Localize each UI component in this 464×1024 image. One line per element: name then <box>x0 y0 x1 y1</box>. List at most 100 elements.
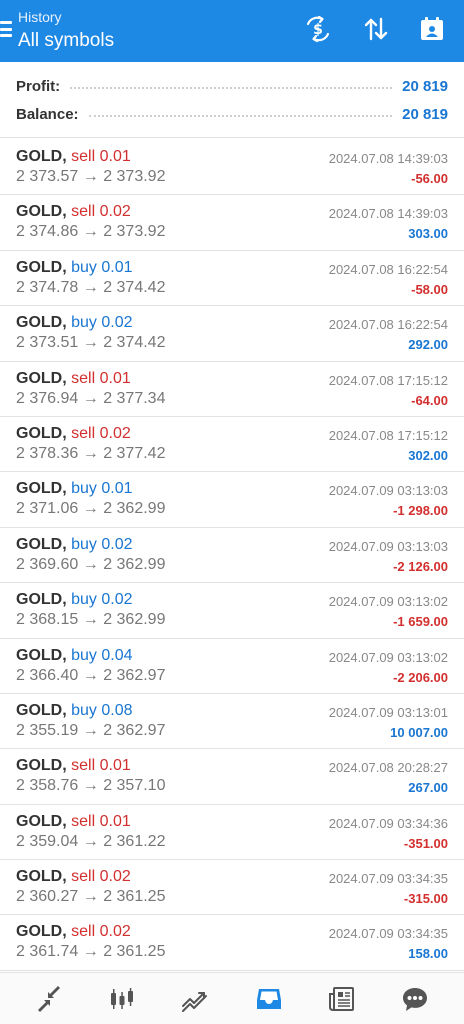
nav-messages[interactable] <box>395 979 435 1019</box>
nav-quotes[interactable] <box>29 979 69 1019</box>
svg-text:$: $ <box>313 22 323 38</box>
dotted-leader <box>88 115 393 117</box>
deal-row[interactable]: GOLD, sell 0.01 2 373.57 → 2 373.92 2024.0… <box>0 140 464 196</box>
deal-symbol: GOLD, <box>16 646 67 664</box>
deal-title: GOLD, buy 0.02 <box>16 536 133 554</box>
arrow-right-icon: → <box>82 389 99 407</box>
deal-side: buy <box>71 314 97 332</box>
deal-title: GOLD, sell 0.01 <box>16 370 131 388</box>
deal-row[interactable]: GOLD, buy 0.01 2 374.78 → 2 374.42 2024.07… <box>0 251 464 307</box>
deal-side: buy <box>71 591 97 609</box>
nav-chart[interactable] <box>102 979 142 1019</box>
deal-side: sell <box>71 424 96 442</box>
deal-row[interactable]: GOLD, buy 0.02 2 369.60 → 2 362.99 2024.07… <box>0 528 464 584</box>
open-price: 2 368.15 <box>16 611 79 629</box>
close-price: 2 361.22 <box>103 832 166 850</box>
deal-symbol: GOLD, <box>16 369 67 387</box>
deal-volume: 0.01 <box>99 148 131 165</box>
deal-profit: 302.00 <box>408 447 448 463</box>
deal-symbol: GOLD, <box>16 258 67 276</box>
deal-profit: -64.00 <box>411 392 448 408</box>
deal-prices: 2 366.40 → 2 362.97 <box>16 667 165 685</box>
close-price: 2 374.42 <box>103 278 166 296</box>
menu-icon[interactable] <box>0 20 12 38</box>
history-icon <box>256 988 281 1009</box>
deal-title: GOLD, sell 0.02 <box>16 868 131 886</box>
profit-row: Profit: 20 819 <box>16 75 448 97</box>
deal-symbol: GOLD, <box>16 314 67 332</box>
arrow-right-icon: → <box>82 721 99 739</box>
close-price: 2 357.10 <box>103 777 166 795</box>
header-title[interactable]: All symbols <box>18 30 114 52</box>
open-price: 2 374.86 <box>16 223 79 241</box>
deal-prices: 2 369.60 → 2 362.99 <box>16 556 165 574</box>
deal-row[interactable]: GOLD, sell 0.02 2 374.86 → 2 373.92 2024.0… <box>0 195 464 251</box>
deal-row[interactable]: GOLD, sell 0.01 2 358.76 → 2 357.10 2024.0… <box>0 749 464 805</box>
deal-row[interactable]: GOLD, buy 0.01 2 371.06 → 2 362.99 2024.07… <box>0 472 464 528</box>
arrow-right-icon: → <box>82 888 99 906</box>
deal-profit: 158.00 <box>408 946 448 962</box>
deal-title: GOLD, sell 0.01 <box>16 757 131 775</box>
deal-profit: 292.00 <box>408 337 448 353</box>
deal-profit: -1 659.00 <box>393 614 448 630</box>
deal-row[interactable]: GOLD, sell 0.02 2 361.74 → 2 361.25 2024.0… <box>0 915 464 971</box>
profit-label: Profit: <box>16 77 61 95</box>
open-price: 2 359.04 <box>16 832 79 850</box>
deal-row[interactable]: GOLD, sell 0.01 2 376.94 → 2 377.34 2024.0… <box>0 362 464 417</box>
nav-news[interactable] <box>322 979 362 1019</box>
calendar-icon[interactable] <box>416 13 448 45</box>
deal-symbol: GOLD, <box>16 535 67 553</box>
close-price: 2 373.92 <box>103 223 166 241</box>
deal-symbol: GOLD, <box>16 148 67 165</box>
deal-side: sell <box>71 203 96 221</box>
deal-row[interactable]: GOLD, buy 0.02 2 368.15 → 2 362.99 2024.07… <box>0 583 464 639</box>
deal-profit: 303.00 <box>408 226 448 242</box>
deal-prices: 2 373.57 → 2 373.92 <box>16 168 165 186</box>
nav-history[interactable] <box>249 979 289 1019</box>
open-price: 2 366.40 <box>16 666 79 684</box>
deal-profit: -56.00 <box>411 171 448 186</box>
deal-prices: 2 355.19 → 2 362.97 <box>16 722 165 740</box>
deal-volume: 0.02 <box>99 203 131 221</box>
deal-volume: 0.02 <box>99 424 131 442</box>
deal-row[interactable]: GOLD, buy 0.08 2 355.19 → 2 362.97 2024.07… <box>0 694 464 750</box>
deal-time: 2024.07.09 03:13:01 <box>328 704 448 720</box>
deal-title: GOLD, buy 0.01 <box>16 480 133 498</box>
deal-prices: 2 374.86 → 2 373.92 <box>16 223 165 241</box>
deal-prices: 2 359.04 → 2 361.22 <box>16 833 165 851</box>
deal-side: sell <box>71 148 96 165</box>
quotes-icon <box>37 985 60 1012</box>
deal-prices: 2 373.51 → 2 374.42 <box>16 334 165 352</box>
deal-prices: 2 360.27 → 2 361.25 <box>16 888 165 906</box>
balance-row: Balance: 20 819 <box>16 103 448 125</box>
sort-icon[interactable] <box>360 13 392 45</box>
close-price: 2 362.99 <box>103 611 166 629</box>
deal-profit: -351.00 <box>403 835 448 851</box>
deal-time: 2024.07.09 03:13:03 <box>328 538 448 554</box>
app-header: History All symbols $ <box>0 0 464 62</box>
arrow-right-icon: → <box>82 943 99 961</box>
arrow-right-icon: → <box>82 555 99 573</box>
deal-time: 2024.07.08 20:28:27 <box>328 760 448 776</box>
deal-symbol: GOLD, <box>16 923 67 941</box>
deal-row[interactable]: GOLD, buy 0.04 2 366.40 → 2 362.97 2024.07… <box>0 639 464 694</box>
deal-symbol: GOLD, <box>16 480 67 498</box>
currency-exchange-icon[interactable]: $ <box>302 13 334 45</box>
deal-side: buy <box>71 480 97 498</box>
close-price: 2 362.99 <box>103 555 166 573</box>
deal-row[interactable]: GOLD, sell 0.01 2 359.04 → 2 361.22 2024.0… <box>0 805 464 861</box>
deal-row[interactable]: GOLD, buy 0.02 2 373.51 → 2 374.42 2024.07… <box>0 306 464 362</box>
deal-volume: 0.01 <box>99 812 131 830</box>
close-price: 2 377.42 <box>103 444 166 462</box>
open-price: 2 378.36 <box>16 444 79 462</box>
nav-trade[interactable] <box>175 979 215 1019</box>
arrow-right-icon: → <box>82 168 99 185</box>
deal-time: 2024.07.08 14:39:03 <box>328 206 448 222</box>
deal-time: 2024.07.08 16:22:54 <box>328 261 448 277</box>
deal-row[interactable]: GOLD, sell 0.02 2 360.27 → 2 361.25 2024.0… <box>0 860 464 916</box>
deal-side: sell <box>71 369 96 387</box>
deal-symbol: GOLD, <box>16 757 67 775</box>
open-price: 2 355.19 <box>16 721 79 739</box>
deal-row[interactable]: GOLD, sell 0.02 2 378.36 → 2 377.42 2024.0… <box>0 417 464 473</box>
deal-title: GOLD, sell 0.02 <box>16 923 131 941</box>
